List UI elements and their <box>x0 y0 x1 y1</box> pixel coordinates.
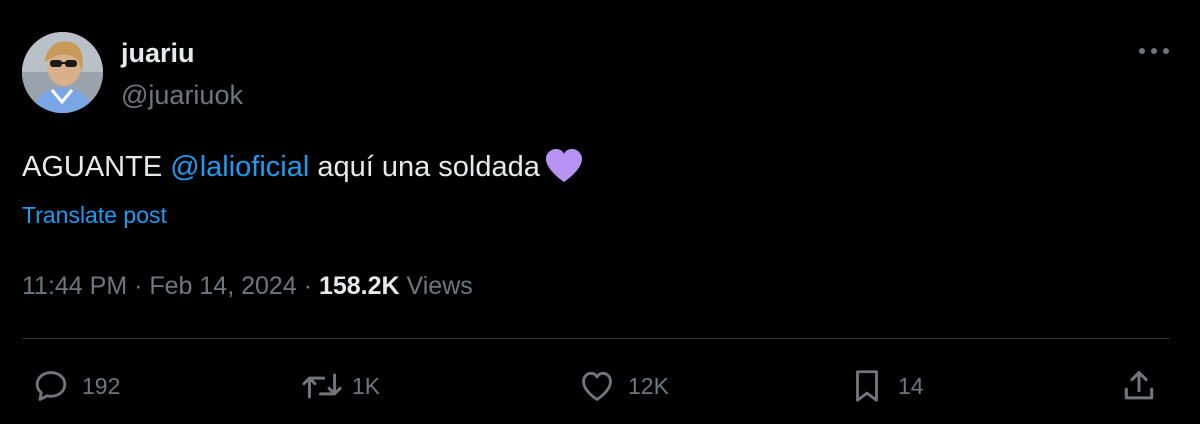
meta-separator: · <box>296 272 319 300</box>
share-button[interactable] <box>1120 366 1158 406</box>
repost-button[interactable]: 1K <box>300 366 380 406</box>
like-button[interactable]: 12K <box>578 366 669 406</box>
mention-link[interactable]: @lalioficial <box>170 151 309 183</box>
tweet-text-after: aquí una soldada <box>309 151 540 183</box>
tweet-time[interactable]: 11:44 PM <box>22 272 127 300</box>
avatar[interactable] <box>22 32 103 113</box>
repost-count: 1K <box>352 372 381 399</box>
heart-icon <box>582 371 612 401</box>
bookmark-icon <box>856 370 878 402</box>
share-icon <box>1124 371 1154 400</box>
tweet-text: AGUANTE @lalioficial aquí una soldada <box>22 148 584 194</box>
reply-button[interactable]: 192 <box>32 366 120 406</box>
translate-post-link[interactable]: Translate post <box>22 200 167 230</box>
tweet-meta: 11:44 PM · Feb 14, 2024 · 158.2K Views <box>22 270 473 302</box>
bookmark-count: 14 <box>898 372 924 399</box>
divider <box>22 338 1170 339</box>
views-label: Views <box>399 272 473 300</box>
more-icon <box>1139 48 1169 54</box>
reply-count: 192 <box>82 372 121 399</box>
reply-icon <box>35 371 67 401</box>
avatar-image <box>22 32 103 113</box>
meta-separator: · <box>127 272 150 300</box>
author-display-name[interactable]: juariu <box>121 36 195 70</box>
purple-heart-emoji-icon <box>544 148 584 194</box>
more-options-button[interactable] <box>1134 36 1174 66</box>
author-handle[interactable]: @juariuok <box>121 78 243 112</box>
tweet-text-before: AGUANTE <box>22 151 171 183</box>
like-count: 12K <box>628 372 669 399</box>
views-count[interactable]: 158.2K <box>319 272 400 300</box>
repost-icon <box>302 373 342 399</box>
bookmark-button[interactable]: 14 <box>848 366 924 406</box>
tweet-date[interactable]: Feb 14, 2024 <box>149 272 296 300</box>
